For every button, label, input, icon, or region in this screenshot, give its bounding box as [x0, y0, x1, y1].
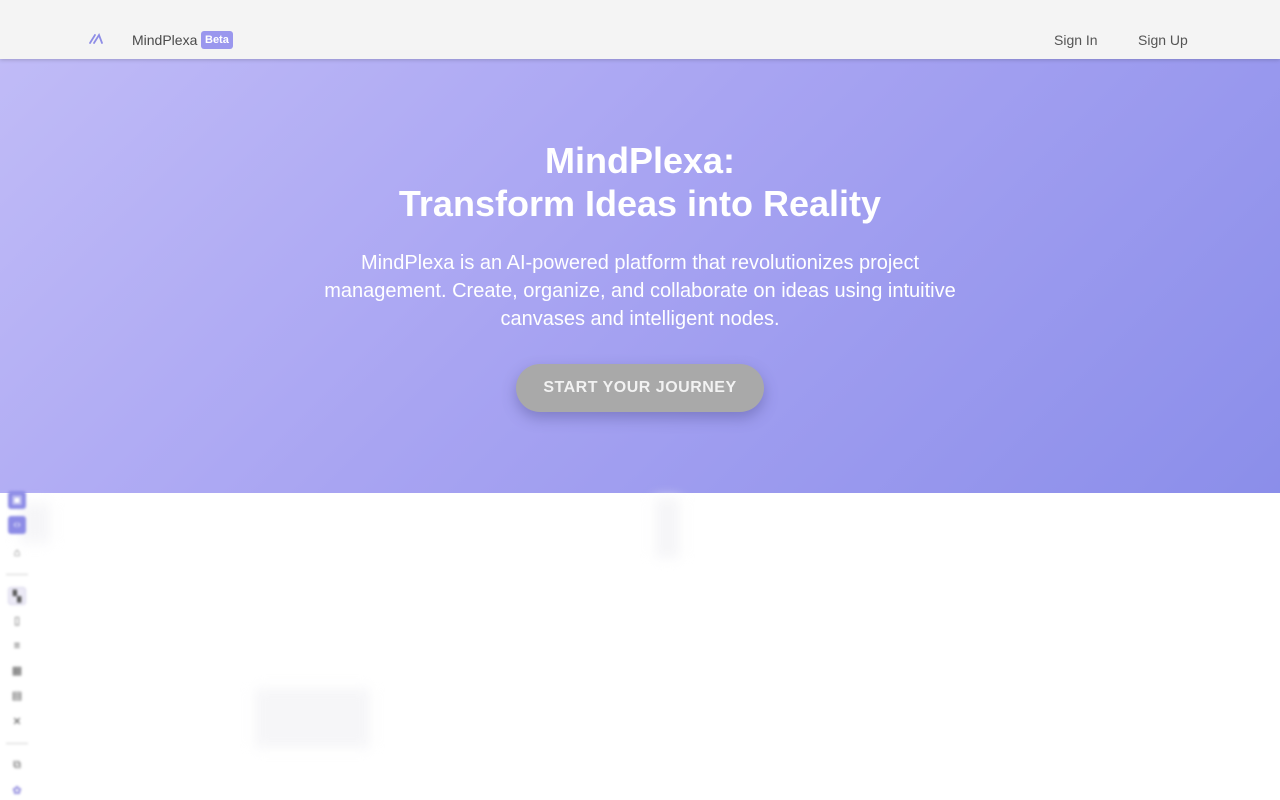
brain-icon: ✿	[12, 785, 22, 797]
hero-section: MindPlexa: Transform Ideas into Reality …	[0, 59, 1280, 493]
app-preview-background: ▣ ‹› ⌂ ▚ ▯ ≡ ▦ ▤ ✕ ⧉ ✿	[0, 491, 1280, 800]
start-journey-button[interactable]: START YOUR JOURNEY	[516, 364, 764, 412]
sign-in-link[interactable]: Sign In	[1054, 31, 1098, 49]
mindplexa-logo-icon[interactable]	[88, 31, 106, 47]
top-navbar: MindPlexa Beta Sign In Sign Up	[0, 0, 1280, 59]
document-icon: ▯	[13, 615, 21, 627]
sidebar-divider	[6, 743, 28, 744]
beta-badge: Beta	[201, 31, 233, 49]
hero-title-line1: MindPlexa:	[544, 140, 736, 181]
hero-description: MindPlexa is an AI-powered platform that…	[324, 252, 956, 330]
sidebar-divider	[6, 574, 28, 575]
brand-name[interactable]: MindPlexa	[132, 31, 197, 49]
home-icon: ⌂	[13, 547, 21, 559]
hero-title: MindPlexa: Transform Ideas into Reality	[0, 139, 1280, 225]
hierarchy-icon: ⧉	[13, 759, 21, 771]
table-icon: ▦	[11, 665, 23, 677]
list-icon: ≡	[13, 640, 21, 652]
ghost-panel	[655, 498, 680, 558]
app-icon: ▣	[8, 491, 26, 509]
sign-up-link[interactable]: Sign Up	[1138, 31, 1188, 49]
hero-title-line2: Transform Ideas into Reality	[398, 183, 882, 224]
ghost-panel	[255, 688, 370, 748]
dashboard-icon: ▚	[8, 587, 26, 605]
code-icon: ‹›	[8, 516, 26, 534]
tools-icon: ✕	[12, 716, 22, 728]
window-icon: ▤	[11, 690, 23, 702]
